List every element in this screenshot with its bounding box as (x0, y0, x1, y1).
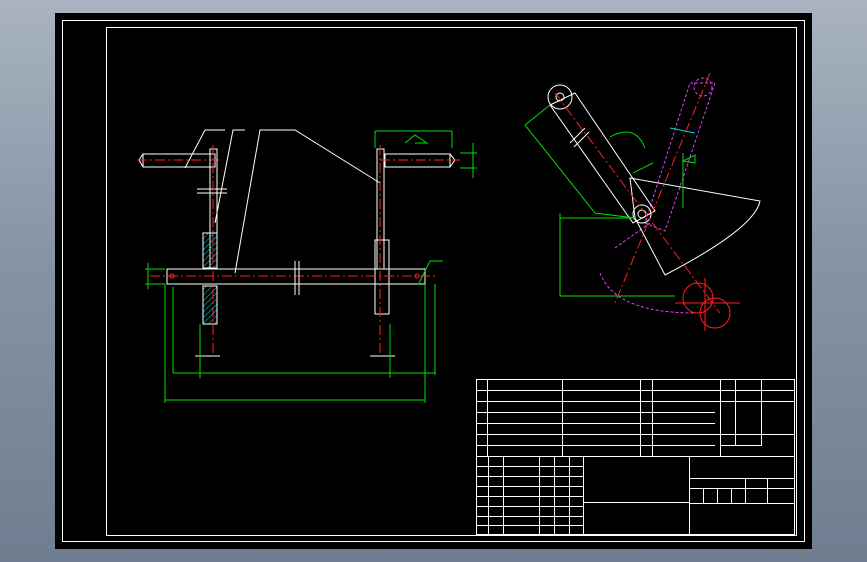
side-view (524, 72, 761, 331)
cad-viewport[interactable] (55, 13, 812, 549)
outer-frame (62, 20, 805, 542)
front-view (137, 129, 477, 403)
drawing-sheet (62, 20, 805, 542)
inner-frame (106, 27, 797, 536)
title-block (476, 379, 795, 535)
